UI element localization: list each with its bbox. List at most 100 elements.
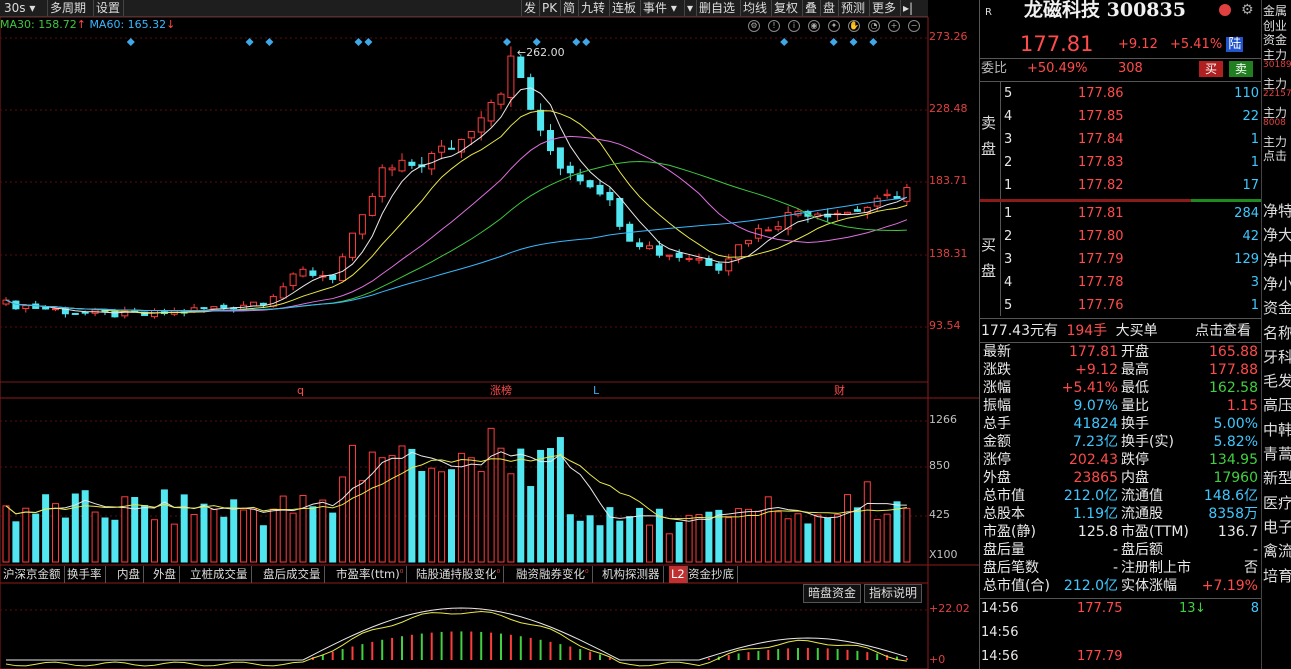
big-order-row[interactable]: 177.43元有 194手 大买单 点击查看 [981, 322, 1251, 340]
toolbar-left-2[interactable]: 设置 [94, 0, 124, 16]
sell-button[interactable]: 卖 [1229, 61, 1253, 77]
sector-item[interactable]: 高压 [1263, 394, 1291, 415]
toolbar-right-4[interactable]: 连板 [609, 0, 640, 16]
peak-price-label: ←262.00 [517, 46, 565, 59]
dark-pool-button[interactable]: 暗盘资金 [803, 584, 862, 603]
sector-item[interactable]: 牙科 [1263, 346, 1291, 367]
sector-item[interactable]: 8008 [1263, 118, 1286, 128]
sector-item[interactable]: 医疗 [1263, 492, 1291, 513]
indicator-tab-2[interactable]: 内盘 [114, 566, 144, 583]
sector-item[interactable]: 电子 [1263, 516, 1291, 537]
indicator-tab-6[interactable]: 市盈率(ttm)⁰ [333, 566, 408, 583]
sector-item[interactable]: 中韩 [1263, 419, 1291, 440]
sector-item[interactable]: 名称 [1263, 322, 1291, 343]
alert-badge-icon[interactable] [1219, 4, 1231, 16]
indicator-tab-3[interactable]: 外盘 [150, 566, 180, 583]
sell-label-1: 卖 [981, 114, 997, 132]
bid-level-3[interactable]: 3 177.79 129 [1004, 251, 1259, 269]
ask-level-3[interactable]: 3 177.84 1 [1004, 131, 1259, 149]
indicator-tab-11[interactable]: 资金抄底 [685, 566, 738, 583]
r-icon[interactable]: R [985, 4, 992, 22]
sector-item[interactable]: 青蒿 [1263, 443, 1291, 464]
event-diamond-icon [532, 38, 541, 46]
toolbar-right-10[interactable]: 叠 [802, 0, 820, 16]
toolbar-left-0[interactable]: 30s ▾ [2, 0, 48, 16]
sector-item[interactable]: 毛发 [1263, 370, 1291, 391]
sector-item[interactable]: 培育 [1263, 565, 1291, 586]
toolbar-right-2[interactable]: 简 [560, 0, 578, 16]
bid-level-2[interactable]: 2 177.80 42 [1004, 228, 1259, 246]
toolbar-right-7[interactable]: 删自选 [696, 0, 740, 16]
indicator-tab-7[interactable]: 陆股通持股变化⁰ [413, 566, 505, 583]
candle-body [329, 274, 337, 280]
toolbar-right-12[interactable]: 预测 [838, 0, 869, 16]
sector-item[interactable]: 资金 [1263, 297, 1291, 318]
buy-label-1: 买 [981, 236, 997, 254]
toolbar-right-1[interactable]: PK [539, 0, 560, 16]
stat-label: 量比 [1121, 398, 1149, 414]
sector-item[interactable]: 新型 [1263, 467, 1291, 488]
candle-body [685, 258, 693, 261]
stat-label: 总市值 [983, 488, 1025, 504]
gear-icon[interactable]: ⚙ [1241, 2, 1254, 18]
bid-level-4[interactable]: 4 177.78 3 [1004, 274, 1259, 292]
sector-item[interactable]: 22157 [1263, 89, 1291, 99]
candle-body [52, 308, 59, 311]
buy-button[interactable]: 买 [1199, 61, 1223, 77]
ask-level-5[interactable]: 5 177.86 110 [1004, 85, 1259, 103]
volume-bar [873, 518, 881, 563]
toolbar-right-14[interactable]: ▸| [900, 0, 918, 16]
toolbar-right-6[interactable]: ▾ [684, 0, 696, 16]
candle-body [250, 301, 257, 307]
candle-body [636, 242, 644, 248]
indicator-help-button[interactable]: 指标说明 [864, 584, 923, 603]
volume-bar [309, 506, 317, 563]
sector-item[interactable]: 禽流 [1263, 540, 1291, 561]
toolbar-right-3[interactable]: 九转 [578, 0, 609, 16]
level-volume: 42 [1242, 229, 1259, 244]
ask-level-4[interactable]: 4 177.85 22 [1004, 108, 1259, 126]
indicator-tab-label: 换手率 [67, 567, 102, 581]
volume-bar [893, 501, 901, 563]
level-number: 5 [1004, 86, 1013, 101]
candle-body [358, 214, 366, 235]
toolbar-left-1[interactable]: 多周期 [48, 0, 94, 16]
hk-connect-badge: 陆 [1226, 37, 1244, 52]
toolbar-right-8[interactable]: 均线 [740, 0, 771, 16]
indicator-line-2 [5, 610, 907, 667]
sector-item[interactable]: 点击 [1263, 147, 1287, 164]
big-order-link[interactable]: 点击查看 [1195, 322, 1251, 340]
stat-value: 否 [1244, 560, 1258, 576]
event-diamond-icon [582, 38, 591, 46]
volume-bar [804, 523, 812, 563]
stat-label: 涨幅 [983, 380, 1011, 396]
sector-item[interactable]: 30189 [1263, 60, 1291, 70]
level-price: 177.76 [1078, 298, 1124, 313]
volume-bar [764, 496, 772, 563]
sector-item[interactable]: 净中 [1263, 249, 1291, 270]
volume-unit-label: X100 [929, 548, 958, 561]
indicator-tab-5[interactable]: 盘后成交量 [260, 566, 325, 583]
indicator-tab-9[interactable]: 机构探测器 [599, 566, 664, 583]
bid-level-1[interactable]: 1 177.81 284 [1004, 205, 1259, 223]
sector-item[interactable]: 净小 [1263, 273, 1291, 294]
toolbar-right-13[interactable]: 更多 [869, 0, 900, 16]
bid-level-5[interactable]: 5 177.76 1 [1004, 297, 1259, 315]
event-diamond-icon [354, 38, 363, 46]
toolbar-right-5[interactable]: 事件 ▾ [640, 0, 684, 16]
indicator-tab-1[interactable]: 换手率 [64, 566, 106, 583]
indicator-tab-label: 融资融券变化 [516, 567, 585, 581]
indicator-tab-8[interactable]: 融资融券变化⁰ [513, 566, 593, 583]
sector-item[interactable]: 净大 [1263, 224, 1291, 245]
toolbar-right-11[interactable]: 盘 [820, 0, 838, 16]
indicator-tab-0[interactable]: 沪深京金额 [0, 566, 65, 583]
toolbar-right-0[interactable]: 发 [521, 0, 539, 16]
toolbar-right-9[interactable]: 复权 [771, 0, 802, 16]
sector-item[interactable]: 净特 [1263, 200, 1291, 221]
ask-level-1[interactable]: 1 177.82 17 [1004, 177, 1259, 195]
ask-level-2[interactable]: 2 177.83 1 [1004, 154, 1259, 172]
level-volume: 284 [1234, 206, 1259, 221]
stat-value: 162.58 [1209, 380, 1258, 396]
level-number: 3 [1004, 132, 1013, 147]
indicator-tab-4[interactable]: 立桩成交量 [187, 566, 252, 583]
